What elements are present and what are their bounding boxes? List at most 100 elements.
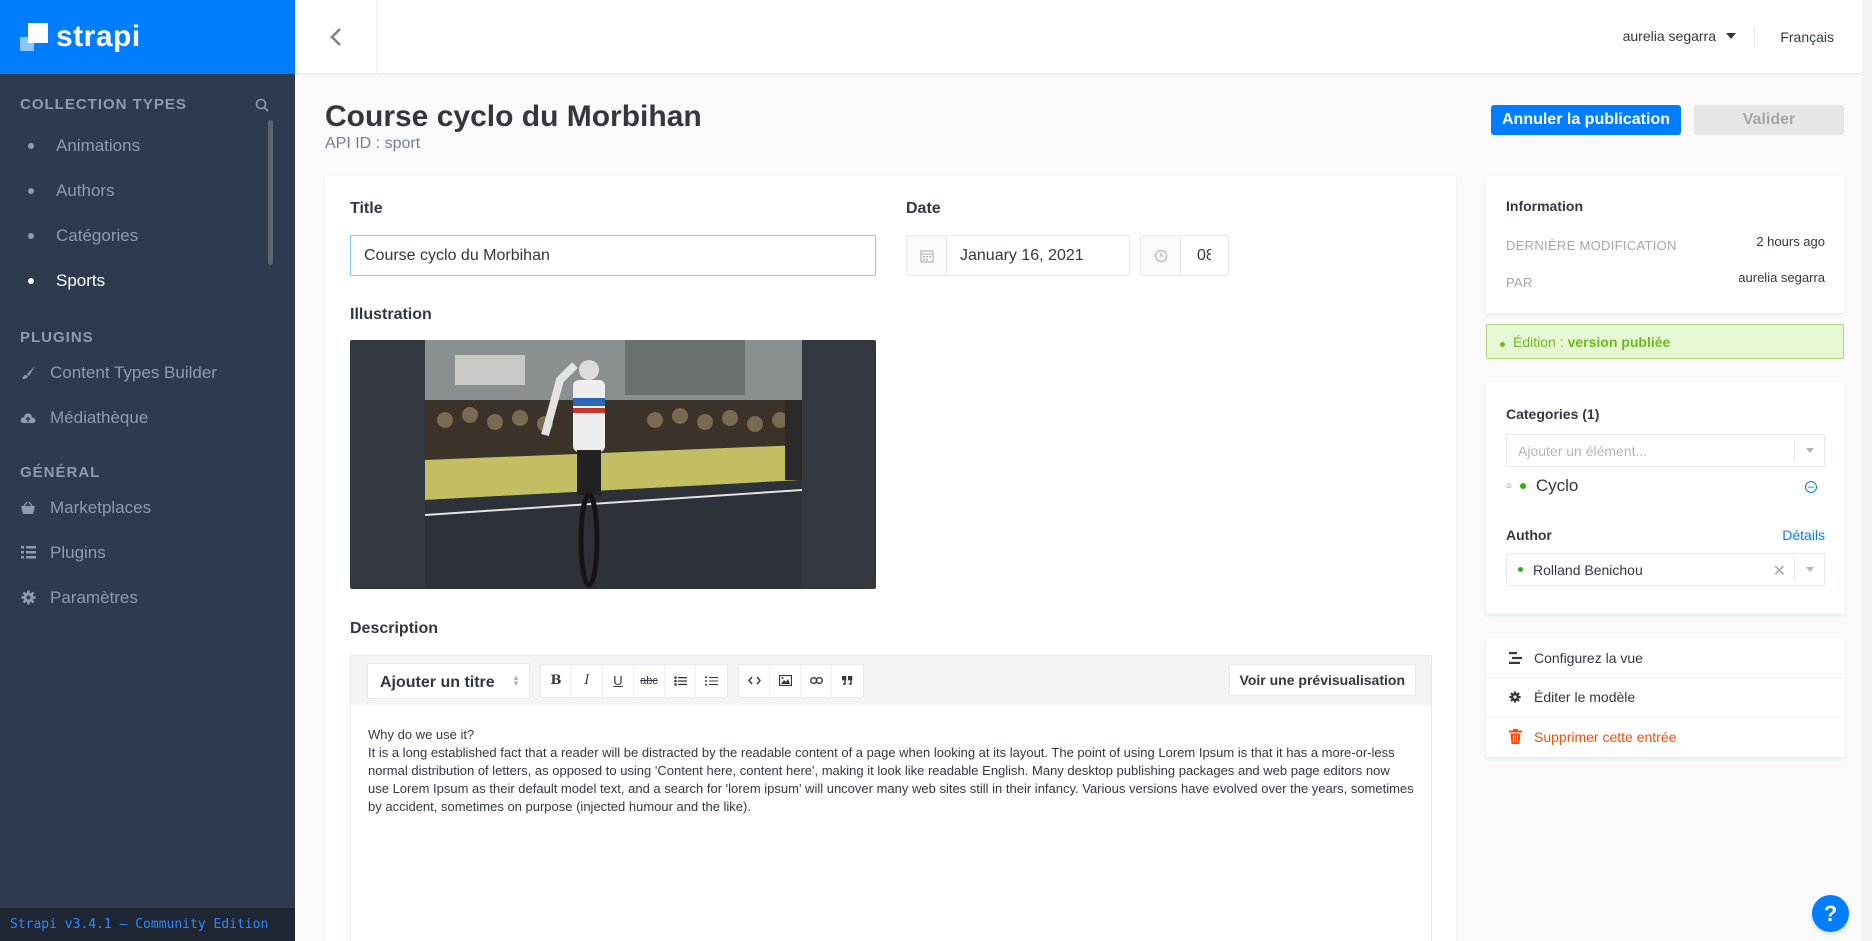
page-scrollbar[interactable] [1862, 0, 1872, 941]
clear-icon[interactable]: ✕ [1773, 561, 1786, 581]
sidebar-item-sports[interactable]: Sports [20, 258, 269, 303]
info-key: PAR [1506, 275, 1533, 290]
time-value: 08: [1197, 246, 1211, 264]
nav-section-general: GÉNÉRAL Marketplaces Plugins Paramètres [0, 464, 295, 620]
api-id: API ID : sport [325, 135, 421, 152]
relations-card: Categories (1) Ajouter un élément... ≡ C… [1486, 382, 1845, 614]
title-label: Title [350, 200, 383, 217]
action-label: Configurez la vue [1534, 650, 1643, 666]
status-dot-icon [1500, 342, 1505, 347]
sidebar-item-categories[interactable]: Catégories [20, 213, 269, 258]
category-label: Cyclo [1535, 476, 1579, 495]
quote-button[interactable] [832, 665, 863, 697]
page-title: Course cyclo du Morbihan [325, 100, 702, 133]
underline-button[interactable]: U [603, 664, 634, 697]
search-icon[interactable] [255, 98, 269, 112]
sidebar-item-parametres[interactable]: Paramètres [20, 575, 269, 620]
title-input[interactable]: Course cyclo du Morbihan [350, 235, 876, 276]
information-card: Information DERNIÈRE MODIFICATION 2 hour… [1486, 176, 1845, 313]
chevron-left-icon [329, 28, 341, 46]
image-icon [778, 675, 792, 686]
categories-title: Categories (1) [1506, 406, 1600, 422]
code-button[interactable] [739, 664, 770, 697]
sidebar: strapi COLLECTION TYPES Animations Autho… [0, 0, 295, 941]
remove-icon[interactable]: – [1805, 481, 1817, 493]
sidebar-item-mediatheque[interactable]: Médiathèque [20, 395, 269, 440]
delete-entry-link[interactable]: Supprimer cette entrée [1486, 717, 1845, 756]
heading-select[interactable]: Ajouter un titre ▲ ▼ [367, 662, 530, 699]
logo[interactable]: strapi [0, 0, 295, 74]
logo-text: strapi [56, 20, 141, 53]
image-button[interactable] [770, 664, 801, 697]
illustration-label: Illustration [350, 306, 432, 323]
gear-icon [1508, 690, 1522, 704]
help-button[interactable]: ? [1812, 895, 1849, 932]
action-label: Éditer le modèle [1534, 689, 1636, 705]
italic-button[interactable]: I [572, 664, 603, 697]
dropdown-caret-icon [1794, 439, 1824, 462]
code-icon [747, 676, 761, 685]
author-select[interactable]: Rolland Benichou ✕ [1506, 553, 1825, 586]
sidebar-item-marketplaces[interactable]: Marketplaces [20, 485, 269, 530]
sidebar-item-authors[interactable]: Authors [20, 168, 269, 213]
edition-value: version publiée [1567, 333, 1671, 350]
sidebar-scrollbar[interactable] [268, 120, 273, 265]
brush-icon [20, 365, 36, 381]
user-menu[interactable]: aurelia segarra [1623, 28, 1736, 44]
sidebar-item-plugins[interactable]: Plugins [20, 530, 269, 575]
nav-section-plugins: PLUGINS Content Types Builder Médiathèqu… [0, 329, 295, 440]
sidebar-item-animations[interactable]: Animations [20, 123, 269, 168]
configure-view-link[interactable]: Configurez la vue [1486, 639, 1845, 678]
sidebar-item-content-types-builder[interactable]: Content Types Builder [20, 350, 269, 395]
submit-button[interactable]: Valider [1694, 105, 1844, 135]
sidebar-item-label: Paramètres [50, 587, 138, 607]
info-value: aurelia segarra [1738, 270, 1825, 285]
bulleted-list-button[interactable] [665, 664, 696, 697]
description-label: Description [350, 620, 439, 637]
gear-icon [20, 590, 36, 606]
bold-button[interactable]: B [541, 664, 572, 697]
action-label: Supprimer cette entrée [1534, 728, 1677, 745]
calendar-icon [907, 236, 947, 275]
preview-button[interactable]: Voir une prévisualisation [1228, 664, 1416, 696]
language-selector[interactable]: Français [1780, 29, 1834, 45]
time-input[interactable]: 08: [1140, 235, 1229, 276]
sidebar-item-label: Content Types Builder [50, 362, 217, 382]
select-arrows-icon: ▲ ▼ [512, 672, 520, 688]
illustration-upload[interactable] [350, 340, 876, 589]
back-button[interactable] [295, 0, 377, 74]
bullet-icon [28, 232, 34, 239]
author-title: Author [1506, 527, 1552, 543]
description-heading: Why do we use it? [368, 727, 475, 742]
description-textarea[interactable]: Why do we use it? It is a long establish… [351, 705, 1431, 837]
bullet-icon [28, 277, 34, 284]
description-editor: Ajouter un titre ▲ ▼ B I U abc Voir une p… [350, 655, 1432, 941]
bullet-icon [28, 142, 34, 149]
description-text: It is a long established fact that a rea… [368, 745, 1414, 814]
bulleted-list-icon [673, 675, 687, 686]
unpublish-button[interactable]: Annuler la publication [1491, 105, 1681, 135]
quote-icon [842, 676, 853, 685]
category-item[interactable]: ≡ Cyclo – [1506, 467, 1825, 505]
caret-down-icon [1726, 33, 1736, 39]
drag-handle-icon[interactable]: ≡ [1506, 481, 1512, 492]
author-header: Author Détails [1506, 527, 1825, 543]
numbered-list-button[interactable] [696, 665, 727, 697]
strikethrough-button[interactable]: abc [634, 664, 665, 697]
sidebar-item-label: Sports [56, 270, 106, 290]
link-icon [809, 677, 823, 684]
link-button[interactable] [801, 664, 832, 697]
title-value: Course cyclo du Morbihan [364, 247, 550, 264]
categories-select[interactable]: Ajouter un élément... [1506, 434, 1825, 467]
numbered-list-icon [705, 676, 718, 685]
edition-status-badge: Édition : version publiée [1486, 324, 1844, 359]
edit-model-link[interactable]: Éditer le modèle [1486, 678, 1845, 717]
list-icon [20, 545, 36, 561]
header-divider [1754, 26, 1755, 48]
user-name: aurelia segarra [1622, 28, 1716, 44]
clock-icon [1141, 236, 1181, 275]
date-input[interactable]: January 16, 2021 [906, 235, 1130, 276]
published-dot-icon [1519, 483, 1526, 489]
author-details-link[interactable]: Détails [1782, 527, 1825, 543]
nav-section-collection-types: COLLECTION TYPES Animations Authors Caté… [0, 96, 295, 303]
